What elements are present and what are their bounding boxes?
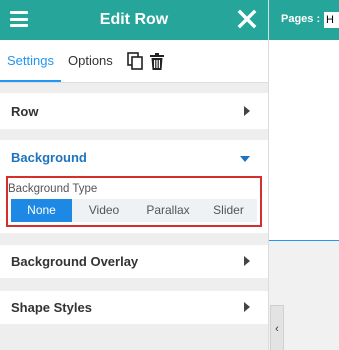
caret-right-icon: [244, 254, 250, 269]
chevron-left-icon: ‹: [275, 322, 279, 335]
caret-right-icon: [244, 300, 250, 315]
background-type-video[interactable]: Video: [72, 199, 136, 222]
background-type-none[interactable]: None: [11, 199, 72, 222]
section-background-overlay-label: Background Overlay: [11, 254, 139, 269]
edit-row-panel: Edit Row Settings Options Row Background…: [0, 0, 269, 350]
collapse-panel-handle[interactable]: ‹: [270, 305, 284, 350]
section-shape-styles[interactable]: Shape Styles: [0, 291, 268, 324]
section-shape-styles-label: Shape Styles: [11, 300, 92, 315]
background-type-selector: None Video Parallax Slider: [11, 199, 257, 222]
pages-select[interactable]: [324, 12, 339, 28]
copy-icon[interactable]: [126, 52, 143, 70]
panel-header: Edit Row: [0, 0, 268, 40]
background-type-slider[interactable]: Slider: [200, 199, 257, 222]
section-background-label: Background: [11, 149, 87, 165]
section-background[interactable]: Background: [0, 140, 268, 174]
builder-topbar: Pages :: [269, 0, 339, 40]
background-type-parallax[interactable]: Parallax: [136, 199, 200, 222]
caret-right-icon: [244, 104, 250, 119]
canvas-row: [269, 40, 339, 241]
panel-title: Edit Row: [99, 11, 169, 28]
background-type-label: Background Type: [8, 183, 98, 195]
page-canvas-area: Pages : ‹: [269, 0, 339, 350]
section-background-overlay[interactable]: Background Overlay: [0, 245, 268, 278]
trash-icon[interactable]: [149, 52, 164, 70]
hamburger-menu-icon[interactable]: [10, 11, 28, 27]
tab-options[interactable]: Options: [61, 40, 120, 82]
section-row[interactable]: Row: [0, 93, 268, 129]
section-row-label: Row: [11, 103, 39, 119]
caret-down-icon: [240, 150, 250, 165]
pages-label: Pages :: [281, 13, 321, 25]
close-icon[interactable]: [236, 8, 258, 35]
background-settings: Background Type None Video Parallax Slid…: [0, 174, 268, 233]
tab-settings[interactable]: Settings: [0, 40, 61, 82]
background-type-control: Background Type None Video Parallax Slid…: [6, 176, 262, 227]
tab-bar: Settings Options: [0, 40, 268, 83]
